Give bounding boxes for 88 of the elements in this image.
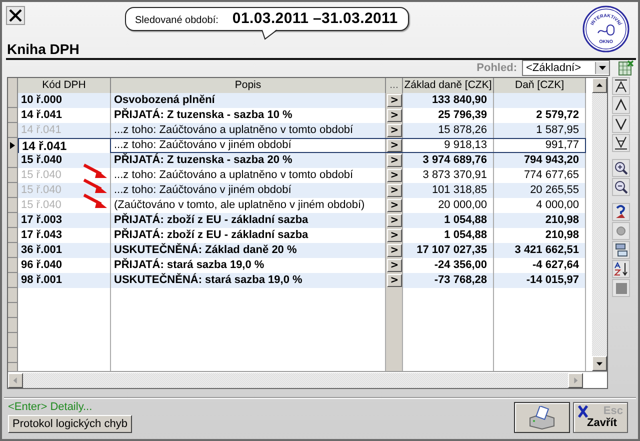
table-row[interactable]: 15 ř.040 PŘIJATÁ: Z tuzenska - sazba 20 % > 3 974 689,76 794 943,20: [8, 153, 586, 168]
detail-button[interactable]: >: [387, 124, 402, 137]
close-icon[interactable]: [6, 6, 25, 25]
detail-button[interactable]: >: [387, 259, 402, 272]
row-header-cell[interactable]: [8, 183, 18, 198]
table-cell: 3 421 662,51: [494, 243, 586, 258]
zoom-in-icon[interactable]: [612, 159, 630, 177]
row-header-cell[interactable]: [8, 153, 18, 168]
column-header[interactable]: Popis: [111, 78, 386, 94]
table-cell: 20 265,55: [494, 183, 586, 198]
detail-button[interactable]: >: [387, 139, 402, 152]
go-previous-icon[interactable]: [612, 96, 630, 114]
row-header-cell[interactable]: [8, 108, 18, 123]
table-cell: 15 ř.040: [18, 153, 111, 168]
table-cell: 14 ř.041: [18, 123, 111, 138]
hint-text: <Enter> Detaily...: [8, 401, 94, 413]
current-row-icon: [10, 142, 15, 149]
table-cell: -73 768,28: [403, 273, 494, 288]
print-button[interactable]: [514, 402, 570, 433]
table-cell: USKUTEČNĚNÁ: Základ daně 20 %: [111, 243, 386, 258]
detail-button[interactable]: >: [387, 94, 402, 107]
detail-button[interactable]: >: [387, 214, 402, 227]
go-last-icon[interactable]: [612, 134, 630, 152]
help-pointer-icon[interactable]: [612, 203, 630, 221]
spreadsheet-export-icon[interactable]: [618, 60, 634, 76]
table-cell: 210,98: [494, 213, 586, 228]
table-row[interactable]: 36 ř.001 USKUTEČNĚNÁ: Základ daně 20 % > 17 107 027,35 3 421 662,51: [8, 243, 586, 258]
detail-button[interactable]: >: [387, 184, 402, 197]
table-cell: 17 ř.003: [18, 213, 111, 228]
row-header-cell[interactable]: [8, 213, 18, 228]
close-icon: [577, 405, 589, 418]
protocol-button[interactable]: Protokol logických chyb: [8, 415, 132, 433]
table-cell: USKUTEČNĚNÁ: stará sazba 19,0 %: [111, 273, 386, 288]
table-cell: 10 ř.000: [18, 93, 111, 108]
row-header-cell[interactable]: [8, 243, 18, 258]
table-cell: Osvobozená plnění: [111, 93, 386, 108]
column-header[interactable]: ...: [386, 78, 403, 94]
scroll-down-icon[interactable]: [592, 356, 607, 371]
table-row[interactable]: 98 ř.001 USKUTEČNĚNÁ: stará sazba 19,0 % > -73 768,28 -14 015,97: [8, 273, 586, 288]
row-header-cell[interactable]: [8, 168, 18, 183]
detail-button[interactable]: >: [387, 229, 402, 242]
scroll-up-icon[interactable]: [592, 78, 607, 93]
period-label: Sledované období:: [135, 15, 218, 26]
zoom-out-icon[interactable]: [612, 178, 630, 196]
table-cell: PŘIJATÁ: Z tuzenska - sazba 20 %: [111, 153, 386, 168]
column-header[interactable]: Kód DPH: [18, 78, 111, 94]
table-cell: 17 107 027,35: [403, 243, 494, 258]
row-header-cell[interactable]: [8, 198, 18, 213]
scroll-left-icon[interactable]: [8, 372, 23, 388]
detail-button[interactable]: >: [387, 154, 402, 167]
table-cell: ...z toho: Zaúčtováno v jiném období: [111, 183, 386, 198]
go-first-icon[interactable]: [612, 77, 630, 95]
table-cell: 36 ř.001: [18, 243, 111, 258]
row-header-cell[interactable]: [8, 258, 18, 273]
row-header-cell[interactable]: [8, 228, 18, 243]
period-value: 01.03.2011 –31.03.2011: [232, 10, 398, 27]
detail-button[interactable]: >: [387, 199, 402, 212]
table-row[interactable]: 15 ř.040 ...z toho: Zaúčtováno v jiném období > 101 318,85 20 265,55: [8, 183, 586, 198]
row-header-cell: [8, 78, 18, 94]
table-row[interactable]: 10 ř.000 Osvobozená plnění > 133 840,90: [8, 93, 586, 108]
table-cell: 794 943,20: [494, 153, 586, 168]
table-cell: -14 015,97: [494, 273, 586, 288]
table-cell: PŘIJATÁ: zboží z EU - základní sazba: [111, 213, 386, 228]
table-cell: 15 878,26: [403, 123, 494, 138]
view-dropdown[interactable]: <Základní>: [522, 60, 610, 76]
scroll-right-icon[interactable]: [568, 372, 583, 388]
table-cell: ...z toho: Zaúčtováno a uplatněno v tomto období: [111, 123, 386, 138]
window-title: Kniha DPH: [7, 41, 80, 57]
row-header-cell[interactable]: [8, 273, 18, 288]
row-header-cell[interactable]: [8, 93, 18, 108]
column-header[interactable]: Daň [CZK]: [494, 78, 586, 94]
table-cell: 101 318,85: [403, 183, 494, 198]
column-header[interactable]: Základ daně [CZK]: [403, 78, 494, 94]
detail-button[interactable]: >: [387, 244, 402, 257]
table-cell: 1 054,88: [403, 213, 494, 228]
go-next-icon[interactable]: [612, 115, 630, 133]
detail-button[interactable]: >: [387, 274, 402, 287]
detail-button[interactable]: >: [387, 169, 402, 182]
table-cell: 3 974 689,76: [403, 153, 494, 168]
view-label: Pohled:: [476, 62, 517, 74]
table-cell: 1 587,95: [494, 123, 586, 138]
table-cell: 98 ř.001: [18, 273, 111, 288]
sort-icon[interactable]: [612, 260, 630, 278]
row-header-cell[interactable]: [8, 123, 18, 138]
detail-button[interactable]: >: [387, 109, 402, 122]
table-row[interactable]: 17 ř.003 PŘIJATÁ: zboží z EU - základní sazba > 1 054,88 210,98: [8, 213, 586, 228]
table-row[interactable]: 14 ř.041 ...z toho: Zaúčtováno a uplatněno v tomto období > 15 878,26 1 587,95: [8, 123, 586, 138]
table-cell: 133 840,90: [403, 93, 494, 108]
